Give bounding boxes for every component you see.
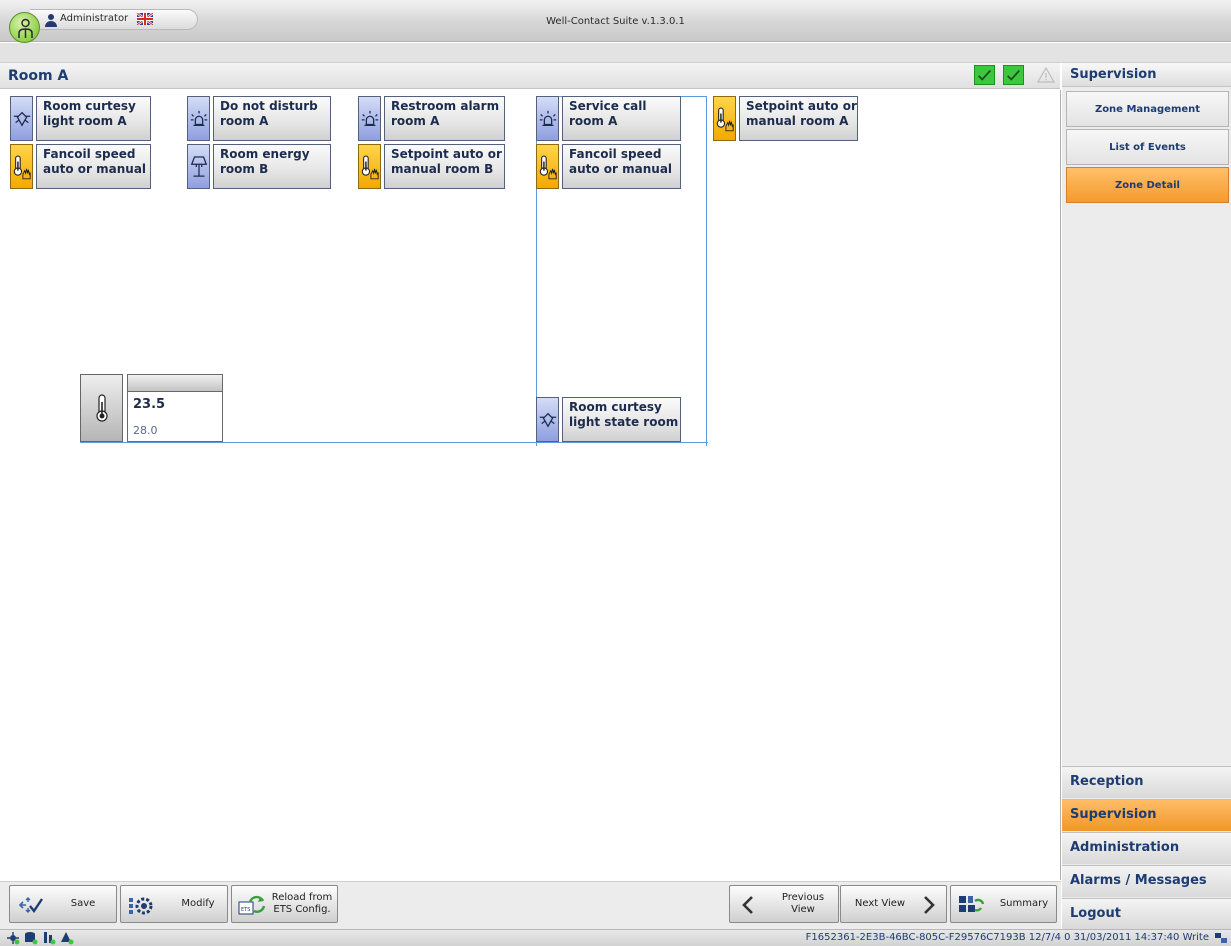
- control-room-energy-room-b[interactable]: Room energy room B: [187, 144, 331, 189]
- gear-icon: [129, 897, 153, 915]
- status-text: F1652361-2E3B-46BC-805C-F29576C7193B 12/…: [805, 932, 1209, 943]
- control-service-call-room-a[interactable]: Service call room A: [536, 96, 681, 141]
- chevron-right-icon: [924, 896, 935, 914]
- status-ok-icon: [974, 65, 995, 85]
- courtesy-light-icon: [10, 96, 33, 141]
- thermometer-icon: [80, 374, 123, 442]
- control-fancoil-speed-1[interactable]: Fancoil speed auto or manual: [10, 144, 151, 189]
- next-label: Next View: [854, 898, 906, 909]
- lamp-signal-icon: [358, 96, 381, 141]
- write-activity-icon: [1215, 933, 1227, 943]
- thermometer-hand-icon: [358, 144, 381, 189]
- title-bar: Administrator Well-Contact Suite v.1.3.0…: [0, 0, 1231, 42]
- control-label: Fancoil speed auto or manual: [562, 144, 681, 189]
- thermometer-hand-icon: [10, 144, 33, 189]
- status-bar: F1652361-2E3B-46BC-805C-F29576C7193B 12/…: [0, 929, 1231, 946]
- setpoint-temperature: 28.0: [133, 424, 158, 437]
- window-title: Well-Contact Suite v.1.3.0.1: [546, 16, 685, 27]
- list-of-events-button[interactable]: List of Events: [1066, 129, 1229, 165]
- alert-icon: [61, 932, 74, 945]
- warning-icon: [1037, 66, 1055, 83]
- summary-icon: [959, 896, 985, 912]
- control-label: Setpoint auto or manual room A: [739, 96, 858, 141]
- chevron-left-icon: [742, 896, 753, 914]
- toolbar-strip: [0, 43, 1231, 63]
- control-label: Restroom alarm room A: [384, 96, 505, 141]
- zone-detail-canvas: Room curtesy light room A Do not disturb…: [0, 90, 1061, 880]
- page-title: Room A: [8, 68, 69, 84]
- summary-label: Summary: [999, 898, 1049, 909]
- control-courtesy-light-room-a[interactable]: Room curtesy light room A: [10, 96, 151, 141]
- control-setpoint-room-b[interactable]: Setpoint auto or manual room B: [358, 144, 505, 189]
- thermometer-hand-icon: [536, 144, 559, 189]
- nav-alarms-messages[interactable]: Alarms / Messages: [1062, 865, 1231, 897]
- control-do-not-disturb-room-a[interactable]: Do not disturb room A: [187, 96, 331, 141]
- connection-ok-icon: [1003, 65, 1024, 85]
- sidebar: Supervision Zone Management List of Even…: [1062, 63, 1231, 929]
- control-label: Room curtesy light room A: [36, 96, 151, 141]
- nav-supervision[interactable]: Supervision: [1062, 799, 1231, 831]
- previous-label: Previous View: [781, 892, 825, 915]
- room-header: Room A: [0, 63, 1060, 89]
- control-label: Setpoint auto or manual room B: [384, 144, 505, 189]
- bottom-toolbar: Save Modify ETS Reload from ETS Config. …: [0, 881, 1061, 929]
- control-setpoint-room-a[interactable]: Setpoint auto or manual room A: [713, 96, 858, 141]
- courtesy-light-icon: [536, 397, 559, 442]
- modify-button[interactable]: Modify: [120, 885, 228, 923]
- control-label: Do not disturb room A: [213, 96, 331, 141]
- thermostat-values: 23.5 28.0: [127, 392, 223, 442]
- floor-lamp-icon: [187, 144, 210, 189]
- lamp-signal-icon: [536, 96, 559, 141]
- ets-reload-icon: ETS: [238, 895, 266, 915]
- nav-administration[interactable]: Administration: [1062, 832, 1231, 864]
- control-fancoil-speed-2[interactable]: Fancoil speed auto or manual: [536, 144, 681, 189]
- group-divider: [80, 442, 708, 443]
- control-label: Service call room A: [562, 96, 681, 141]
- control-label: Room energy room B: [213, 144, 331, 189]
- save-button[interactable]: Save: [9, 885, 117, 923]
- lamp-signal-icon: [187, 96, 210, 141]
- control-label: Room curtesy light state room: [562, 397, 681, 442]
- network-icon: [7, 932, 20, 945]
- thermostat-header: [127, 374, 223, 392]
- save-check-icon: [18, 897, 43, 914]
- control-restroom-alarm-room-a[interactable]: Restroom alarm room A: [358, 96, 505, 141]
- database-icon: [25, 932, 38, 945]
- summary-button[interactable]: Summary: [950, 885, 1057, 923]
- nav-logout[interactable]: Logout: [1062, 898, 1231, 929]
- people-icon: [18, 18, 33, 38]
- reload-ets-button[interactable]: ETS Reload from ETS Config.: [231, 885, 338, 923]
- save-label: Save: [70, 898, 96, 909]
- svg-text:ETS: ETS: [241, 907, 250, 913]
- control-label: Fancoil speed auto or manual: [36, 144, 151, 189]
- zone-management-button[interactable]: Zone Management: [1066, 91, 1229, 127]
- control-courtesy-light-state[interactable]: Room curtesy light state room: [536, 397, 681, 442]
- app-menu-button[interactable]: [9, 12, 40, 43]
- sidebar-header: Supervision: [1062, 63, 1231, 87]
- previous-view-button[interactable]: Previous View: [729, 885, 839, 923]
- thermometer-hand-icon: [713, 96, 736, 141]
- next-view-button[interactable]: Next View: [840, 885, 947, 923]
- nav-reception[interactable]: Reception: [1062, 766, 1231, 798]
- reload-label: Reload from ETS Config.: [271, 892, 333, 915]
- zone-detail-button[interactable]: Zone Detail: [1066, 167, 1229, 203]
- current-temperature: 23.5: [133, 397, 166, 412]
- bus-icon: [44, 932, 56, 945]
- modify-label: Modify: [181, 898, 215, 909]
